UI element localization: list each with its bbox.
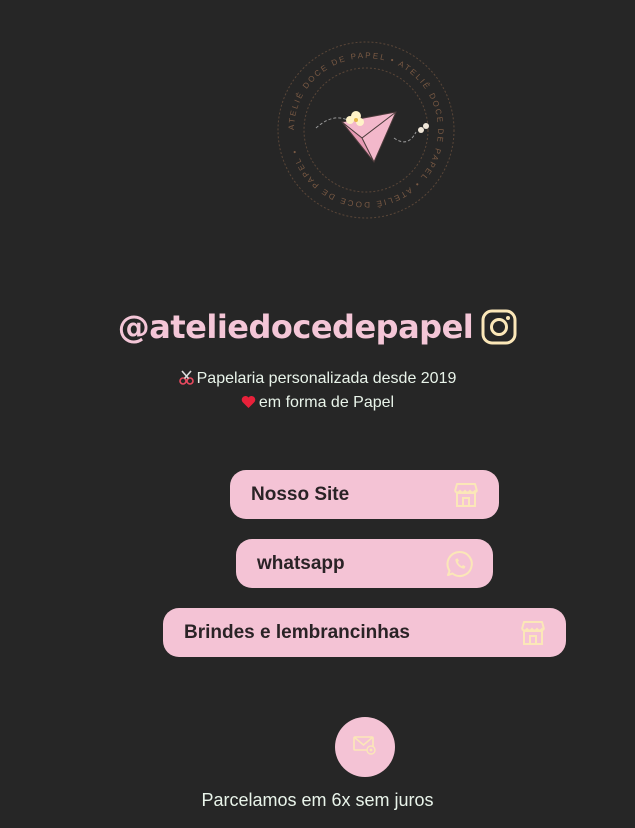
whatsapp-button[interactable]: whatsapp [236, 539, 493, 588]
installments-text: Parcelamos em 6x sem juros [201, 790, 434, 810]
link-label: Nosso Site [251, 483, 350, 505]
email-icon [353, 734, 377, 761]
link-label: Brindes e lembrancinhas [184, 621, 410, 643]
instagram-icon[interactable] [481, 309, 517, 345]
link-label: whatsapp [257, 552, 345, 574]
bio-line-1: Papelaria personalizada desde 2019 [196, 370, 457, 387]
heart-icon [241, 394, 256, 416]
store-icon [518, 618, 548, 648]
brindes-button[interactable]: Brindes e lembrancinhas [163, 608, 566, 657]
whatsapp-icon [445, 549, 475, 579]
profile-handle: @ateliedocedepapel [117, 308, 474, 346]
email-button[interactable] [335, 717, 395, 777]
scissors-icon [178, 370, 194, 392]
bio-line-2: em forma de Papel [258, 394, 395, 411]
store-icon [451, 480, 481, 510]
brand-logo: ATELIÊ DOCE DE PAPEL • ATELIÊ DOCE DE PA… [276, 40, 456, 220]
nosso-site-button[interactable]: Nosso Site [230, 470, 499, 519]
profile-bio: Papelaria personalizada desde 2019 em fo… [0, 368, 635, 416]
